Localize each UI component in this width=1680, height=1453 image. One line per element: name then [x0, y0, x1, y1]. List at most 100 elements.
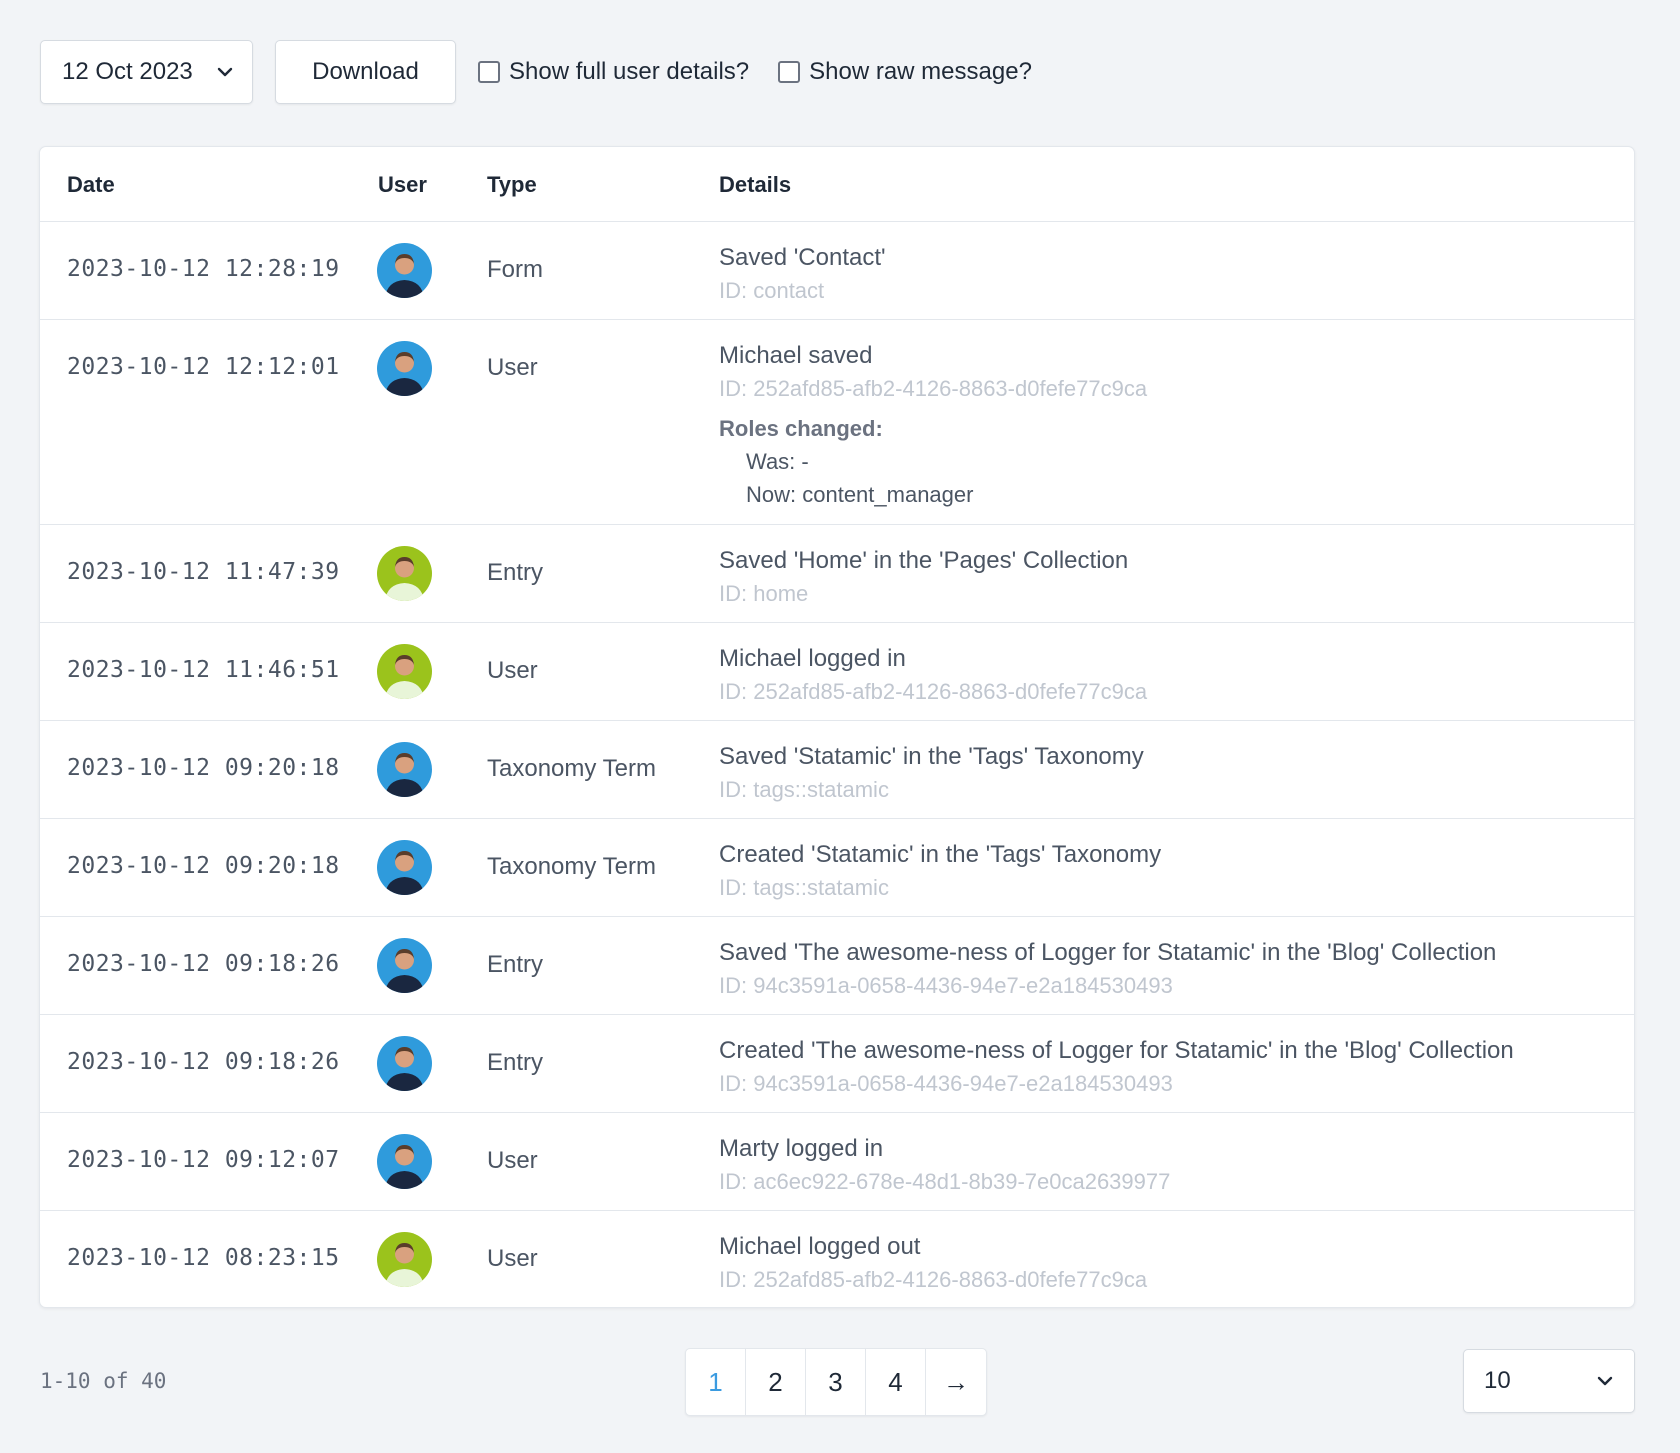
- column-header-date: Date: [67, 171, 115, 197]
- log-type: User: [487, 657, 538, 684]
- avatar[interactable]: [377, 1134, 432, 1189]
- column-header-type: Type: [487, 171, 537, 197]
- log-details: Saved 'Statamic' in the 'Tags' Taxonomy I…: [719, 740, 1614, 806]
- log-id: ID: ac6ec922-678e-48d1-8b39-7e0ca2639977: [719, 1169, 1171, 1194]
- log-table: Date User Type Details 2023-10-12 12:28:…: [39, 146, 1635, 1308]
- table-row: 2023-10-12 11:46:51 User Michael logged in…: [40, 623, 1634, 721]
- log-date: 2023-10-12 09:18:26: [67, 1049, 340, 1075]
- avatar[interactable]: [377, 243, 432, 298]
- column-header-user: User: [378, 171, 427, 197]
- avatar[interactable]: [377, 341, 432, 396]
- log-id: ID: tags::statamic: [719, 875, 889, 900]
- log-date: 2023-10-12 12:12:01: [67, 354, 340, 380]
- show-raw-message-checkbox[interactable]: [778, 61, 801, 83]
- log-date: 2023-10-12 09:20:18: [67, 755, 340, 781]
- roles-changed-title: Roles changed:: [719, 416, 883, 441]
- table-row: 2023-10-12 11:47:39 Entry Saved 'Home' in …: [40, 525, 1634, 623]
- log-id: ID: 252afd85-afb2-4126-8863-d0fefe77c9ca: [719, 376, 1148, 401]
- log-type: Entry: [487, 559, 544, 586]
- toolbar: 12 Oct 2023 Download Show full user deta…: [40, 40, 1032, 104]
- arrow-right-icon: →: [943, 1366, 969, 1397]
- log-message: Michael logged in: [719, 645, 906, 672]
- log-date: 2023-10-12 09:20:18: [67, 853, 340, 879]
- log-details: Saved 'Home' in the 'Pages' Collection ID…: [719, 544, 1614, 610]
- page-1-button[interactable]: 1: [686, 1349, 746, 1415]
- table-body: 2023-10-12 12:28:19 Form Saved 'Contact' ID…: [40, 222, 1634, 1307]
- table-header: Date User Type Details: [40, 147, 1634, 222]
- table-row: 2023-10-12 09:12:07 User Marty logged in ID…: [40, 1113, 1634, 1211]
- log-message: Michael saved: [719, 342, 873, 369]
- show-full-user-details-toggle[interactable]: Show full user details?: [478, 58, 749, 86]
- avatar[interactable]: [377, 742, 432, 797]
- table-row: 2023-10-12 09:20:18 Taxonomy Term Saved 'S…: [40, 721, 1634, 819]
- show-raw-message-toggle[interactable]: Show raw message?: [778, 58, 1032, 86]
- table-row: 2023-10-12 09:18:26 Entry Saved 'The aweso…: [40, 917, 1634, 1015]
- log-details: Michael saved ID: 252afd85-afb2-4126-8863…: [719, 339, 1614, 511]
- avatar[interactable]: [377, 840, 432, 895]
- log-type: User: [487, 1245, 538, 1272]
- log-message: Michael logged out: [719, 1233, 921, 1260]
- log-date: 2023-10-12 12:28:19: [67, 256, 340, 282]
- table-row: 2023-10-12 09:20:18 Taxonomy Term Created …: [40, 819, 1634, 917]
- log-message: Created 'Statamic' in the 'Tags' Taxonom…: [719, 841, 1162, 868]
- log-message: Marty logged in: [719, 1135, 884, 1162]
- log-date: 2023-10-12 11:47:39: [67, 559, 340, 585]
- log-message: Saved 'Statamic' in the 'Tags' Taxonomy: [719, 743, 1144, 770]
- avatar[interactable]: [377, 546, 432, 601]
- date-select[interactable]: 12 Oct 2023: [40, 40, 253, 104]
- per-page-value: 10: [1484, 1367, 1511, 1394]
- log-type: User: [487, 1147, 538, 1174]
- avatar[interactable]: [377, 1036, 432, 1091]
- show-full-user-details-checkbox[interactable]: [478, 61, 500, 83]
- log-type: Taxonomy Term: [487, 853, 656, 880]
- log-type: Entry: [487, 951, 544, 978]
- log-details: Created 'Statamic' in the 'Tags' Taxonom…: [719, 838, 1614, 904]
- log-message: Created 'The awesome-ness of Logger for …: [719, 1037, 1514, 1064]
- log-details: Saved 'The awesome-ness of Logger for St…: [719, 936, 1614, 1002]
- next-page-button[interactable]: →: [926, 1349, 986, 1415]
- results-count: 1-10 of 40: [40, 1369, 167, 1393]
- log-details: Created 'The awesome-ness of Logger for …: [719, 1034, 1614, 1100]
- log-id: ID: tags::statamic: [719, 777, 889, 802]
- date-select-value: 12 Oct 2023: [62, 58, 193, 85]
- table-row: 2023-10-12 12:28:19 Form Saved 'Contact' ID…: [40, 222, 1634, 320]
- page-2-button[interactable]: 2: [746, 1349, 806, 1415]
- log-id: ID: 252afd85-afb2-4126-8863-d0fefe77c9ca: [719, 679, 1148, 704]
- table-row: 2023-10-12 08:23:15 User Michael logged ou…: [40, 1211, 1634, 1307]
- avatar[interactable]: [377, 938, 432, 993]
- table-row: 2023-10-12 09:18:26 Entry Created 'The awe…: [40, 1015, 1634, 1113]
- page-3-button[interactable]: 3: [806, 1349, 866, 1415]
- log-message: Saved 'The awesome-ness of Logger for St…: [719, 939, 1497, 966]
- chevron-down-icon: [216, 63, 234, 81]
- log-message: Saved 'Home' in the 'Pages' Collection: [719, 547, 1129, 574]
- log-type: Taxonomy Term: [487, 755, 656, 782]
- log-id: ID: 94c3591a-0658-4436-94e7-e2a184530493: [719, 1071, 1173, 1096]
- log-date: 2023-10-12 09:12:07: [67, 1147, 340, 1173]
- download-button[interactable]: Download: [275, 40, 456, 104]
- log-details: Michael logged in ID: 252afd85-afb2-4126-…: [719, 642, 1614, 708]
- page-4-button[interactable]: 4: [866, 1349, 926, 1415]
- log-message: Saved 'Contact': [719, 244, 886, 271]
- log-details: Marty logged in ID: ac6ec922-678e-48d1-8b…: [719, 1132, 1614, 1198]
- show-full-user-details-label: Show full user details?: [509, 58, 750, 85]
- log-date: 2023-10-12 08:23:15: [67, 1245, 340, 1271]
- log-date: 2023-10-12 11:46:51: [67, 657, 340, 683]
- log-type: Form: [487, 256, 543, 283]
- roles-now: Now: content_manager: [746, 482, 974, 507]
- log-id: ID: 252afd85-afb2-4126-8863-d0fefe77c9ca: [719, 1267, 1148, 1292]
- log-type: Entry: [487, 1049, 544, 1076]
- pagination: 1 2 3 4 →: [685, 1348, 987, 1416]
- avatar[interactable]: [377, 644, 432, 699]
- table-row: 2023-10-12 12:12:01 User Michael saved ID: …: [40, 320, 1634, 525]
- log-details: Saved 'Contact' ID: contact: [719, 241, 1614, 307]
- column-header-details: Details: [719, 171, 792, 197]
- roles-was: Was: -: [746, 449, 809, 474]
- log-id: ID: contact: [719, 278, 825, 303]
- log-type: User: [487, 354, 538, 381]
- per-page-select[interactable]: 10: [1463, 1349, 1635, 1413]
- show-raw-message-label: Show raw message?: [809, 58, 1032, 85]
- avatar[interactable]: [377, 1232, 432, 1287]
- chevron-down-icon: [1596, 1372, 1614, 1390]
- log-id: ID: home: [719, 581, 809, 606]
- log-date: 2023-10-12 09:18:26: [67, 951, 340, 977]
